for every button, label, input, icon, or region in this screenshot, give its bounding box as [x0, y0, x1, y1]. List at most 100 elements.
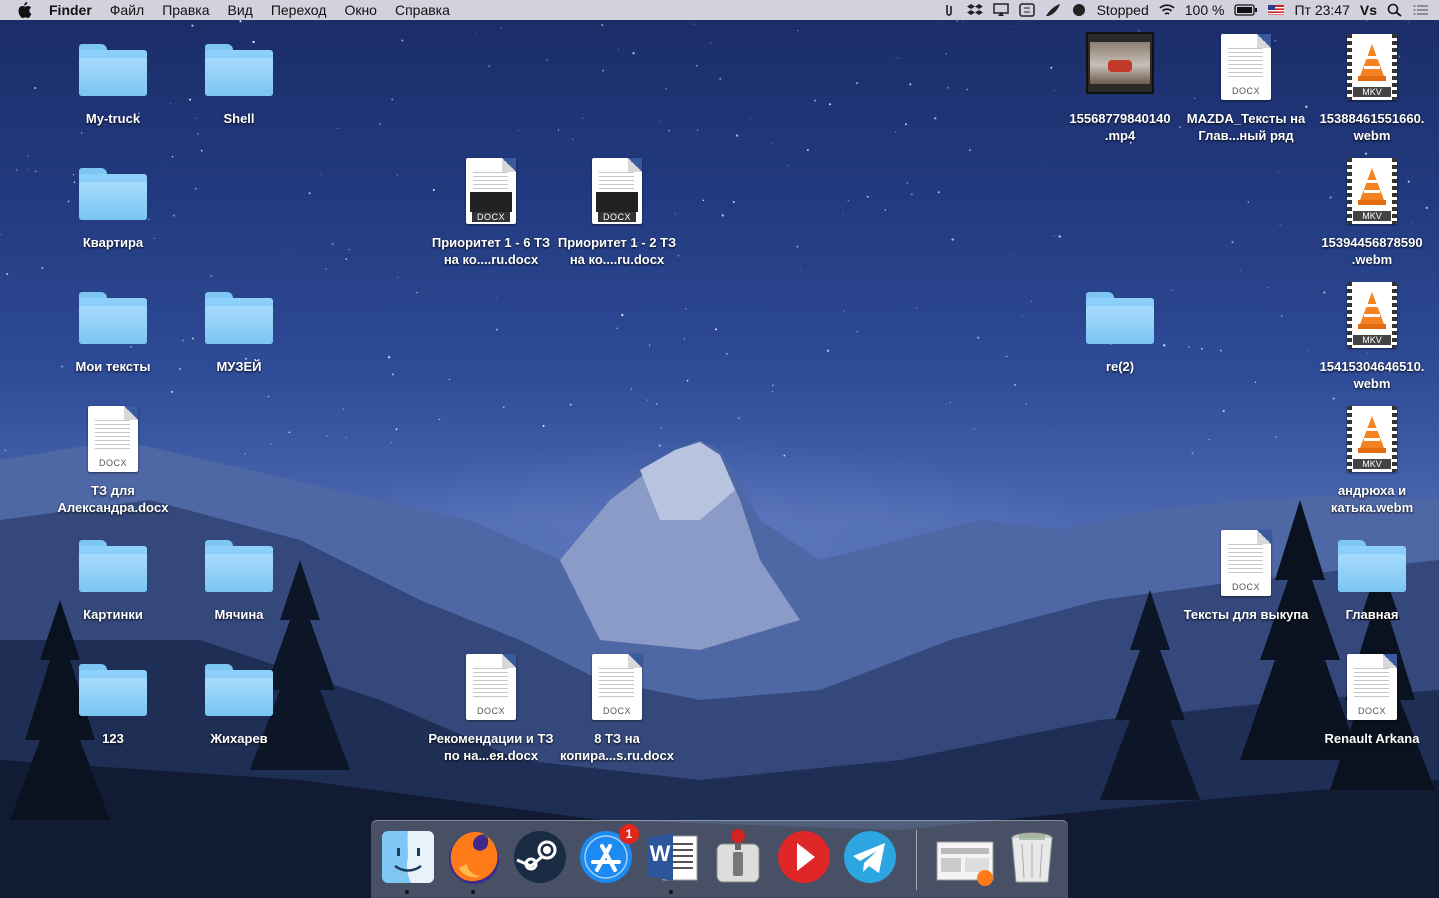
desktop-folder-re2[interactable]: re(2) [1055, 278, 1185, 375]
desktop-folder-moi-teksty[interactable]: Мои тексты [48, 278, 178, 375]
dock-downloads-stack[interactable] [935, 828, 997, 886]
vlc-mkv-file-icon: MKV [1337, 30, 1407, 100]
desktop-item-label: МУЗЕЙ [216, 359, 262, 374]
keyboard-viewer-icon[interactable] [1018, 3, 1035, 17]
menu-file[interactable]: Файл [101, 0, 153, 20]
trash-icon [1011, 832, 1053, 883]
menu-bar: Finder Файл Правка Вид Переход Окно Спра… [0, 0, 1439, 20]
running-indicator [471, 890, 475, 894]
desktop-item-label: 123 [102, 731, 124, 746]
menu-view[interactable]: Вид [219, 0, 262, 20]
dock-app-store[interactable]: 1 [577, 824, 639, 886]
docx-file-icon: DOCX [1211, 30, 1281, 100]
desktop-item-label: 15388461551660. webm [1319, 111, 1425, 143]
desktop-item-label: Shell [223, 111, 255, 126]
dock-transmission[interactable] [709, 828, 767, 886]
desktop-folder-my-truck[interactable]: My-truck [48, 30, 178, 127]
desktop-file-prioritet-2[interactable]: DOCX Приоритет 1 - 2 ТЗ на ко....ru.docx [552, 154, 682, 268]
clock[interactable]: Пт 23:47 [1294, 2, 1349, 18]
folder-icon [78, 30, 148, 100]
desktop-item-label: My-truck [85, 111, 141, 126]
notification-center-icon[interactable] [1413, 3, 1429, 17]
menu-go[interactable]: Переход [262, 0, 336, 20]
desktop-folder-shell[interactable]: Shell [174, 30, 304, 127]
vpn-status-text[interactable]: Stopped [1097, 2, 1149, 18]
menu-window[interactable]: Окно [335, 0, 386, 20]
finder-icon [382, 831, 434, 883]
menu-app-finder[interactable]: Finder [40, 0, 101, 20]
apple-logo-icon[interactable] [16, 1, 32, 19]
dropbox-icon[interactable] [966, 3, 983, 17]
desktop-file-tz-alexandra[interactable]: DOCX ТЗ для Александра.docx [48, 402, 178, 516]
dock-steam[interactable] [511, 828, 569, 886]
dock-word[interactable]: W [643, 828, 701, 894]
airplay-icon[interactable] [992, 3, 1009, 17]
desktop-item-label: Рекомендации и ТЗ по на...ея.docx [428, 731, 554, 763]
desktop-item-label: Жихарев [210, 731, 268, 746]
docx-file-icon: DOCX [582, 154, 652, 224]
folder-icon [78, 650, 148, 720]
desktop-folder-myachina[interactable]: Мячина [174, 526, 304, 623]
wifi-icon[interactable] [1159, 3, 1175, 17]
dock-telegram[interactable] [841, 828, 899, 886]
dock-finder[interactable] [379, 828, 437, 894]
folder-icon [78, 526, 148, 596]
desktop-file-mp4[interactable]: 15568779840140 .mp4 [1055, 30, 1185, 144]
feather-icon[interactable] [1045, 3, 1061, 17]
desktop-item-label: Квартира [82, 235, 144, 250]
desktop-file-teksty-vykupa[interactable]: DOCX Тексты для выкупа [1181, 526, 1311, 623]
desktop-item-label: Главная [1345, 607, 1399, 622]
desktop-folder-zhiharev[interactable]: Жихарев [174, 650, 304, 747]
folder-icon [204, 526, 274, 596]
folder-icon [1337, 526, 1407, 596]
us-flag-icon[interactable] [1268, 3, 1285, 17]
dock-trash[interactable] [1003, 828, 1061, 886]
desktop-file-webm-andryuha[interactable]: MKV андрюха и катька.webm [1307, 402, 1437, 516]
desktop-item-label: Картинки [83, 607, 143, 622]
vlc-mkv-file-icon: MKV [1337, 154, 1407, 224]
dock: 1 W [371, 820, 1068, 898]
desktop-file-8-tz[interactable]: DOCX 8 ТЗ на копира...s.ru.docx [552, 650, 682, 764]
desktop-file-webm-3[interactable]: MKV 15415304646510. webm [1307, 278, 1437, 392]
desktop-folder-kvartira[interactable]: Квартира [48, 154, 178, 251]
desktop-item-label: Renault Arkana [1324, 731, 1420, 746]
dock-firefox[interactable] [445, 828, 503, 894]
desktop-folder-muzei[interactable]: МУЗЕЙ [174, 278, 304, 375]
running-indicator [405, 890, 409, 894]
dock-infuse[interactable] [775, 828, 833, 886]
docx-file-icon: DOCX [1337, 650, 1407, 720]
desktop-file-webm-2[interactable]: MKV 15394456878590 .webm [1307, 154, 1437, 268]
desktop-item-label: Приоритет 1 - 2 ТЗ на ко....ru.docx [557, 235, 677, 267]
desktop-folder-123[interactable]: 123 [48, 650, 178, 747]
desktop-file-prioritet-6[interactable]: DOCX Приоритет 1 - 6 ТЗ на ко....ru.docx [426, 154, 556, 268]
play-app-icon [778, 831, 830, 883]
battery-icon[interactable] [1234, 3, 1258, 17]
desktop-file-webm-1[interactable]: MKV 15388461551660. webm [1307, 30, 1437, 144]
steam-icon [514, 831, 566, 883]
desktop-folder-kartinki[interactable]: Картинки [48, 526, 178, 623]
desktop-item-label: Мячина [214, 607, 264, 622]
desktop-file-rekomendacii[interactable]: DOCX Рекомендации и ТЗ по на...ея.docx [426, 650, 556, 764]
folder-icon [78, 278, 148, 348]
vpn-shield-icon[interactable] [1071, 3, 1087, 17]
desktop-file-mazda[interactable]: DOCX MAZDA_Тексты на Глав...ный ряд [1181, 30, 1311, 144]
desktop-folder-glavnaya[interactable]: Главная [1307, 526, 1437, 623]
paperclip-icon[interactable] [941, 3, 957, 17]
folder-icon [204, 278, 274, 348]
folder-icon [1085, 278, 1155, 348]
user-name[interactable]: Vs [1360, 2, 1377, 18]
folder-icon [78, 154, 148, 224]
firefox-icon [449, 832, 499, 884]
docx-file-icon: DOCX [456, 154, 526, 224]
desktop-item-label: re(2) [1105, 359, 1135, 374]
downloads-stack-icon [936, 841, 994, 886]
spotlight-search-icon[interactable] [1387, 3, 1403, 17]
desktop-item-label: Мои тексты [75, 359, 151, 374]
telegram-icon [844, 831, 896, 883]
desktop-item-label: Приоритет 1 - 6 ТЗ на ко....ru.docx [431, 235, 551, 267]
menu-help[interactable]: Справка [386, 0, 459, 20]
battery-percent[interactable]: 100 % [1185, 2, 1225, 18]
dock-separator [916, 830, 917, 890]
desktop-file-renault[interactable]: DOCX Renault Arkana [1307, 650, 1437, 747]
menu-edit[interactable]: Правка [153, 0, 218, 20]
